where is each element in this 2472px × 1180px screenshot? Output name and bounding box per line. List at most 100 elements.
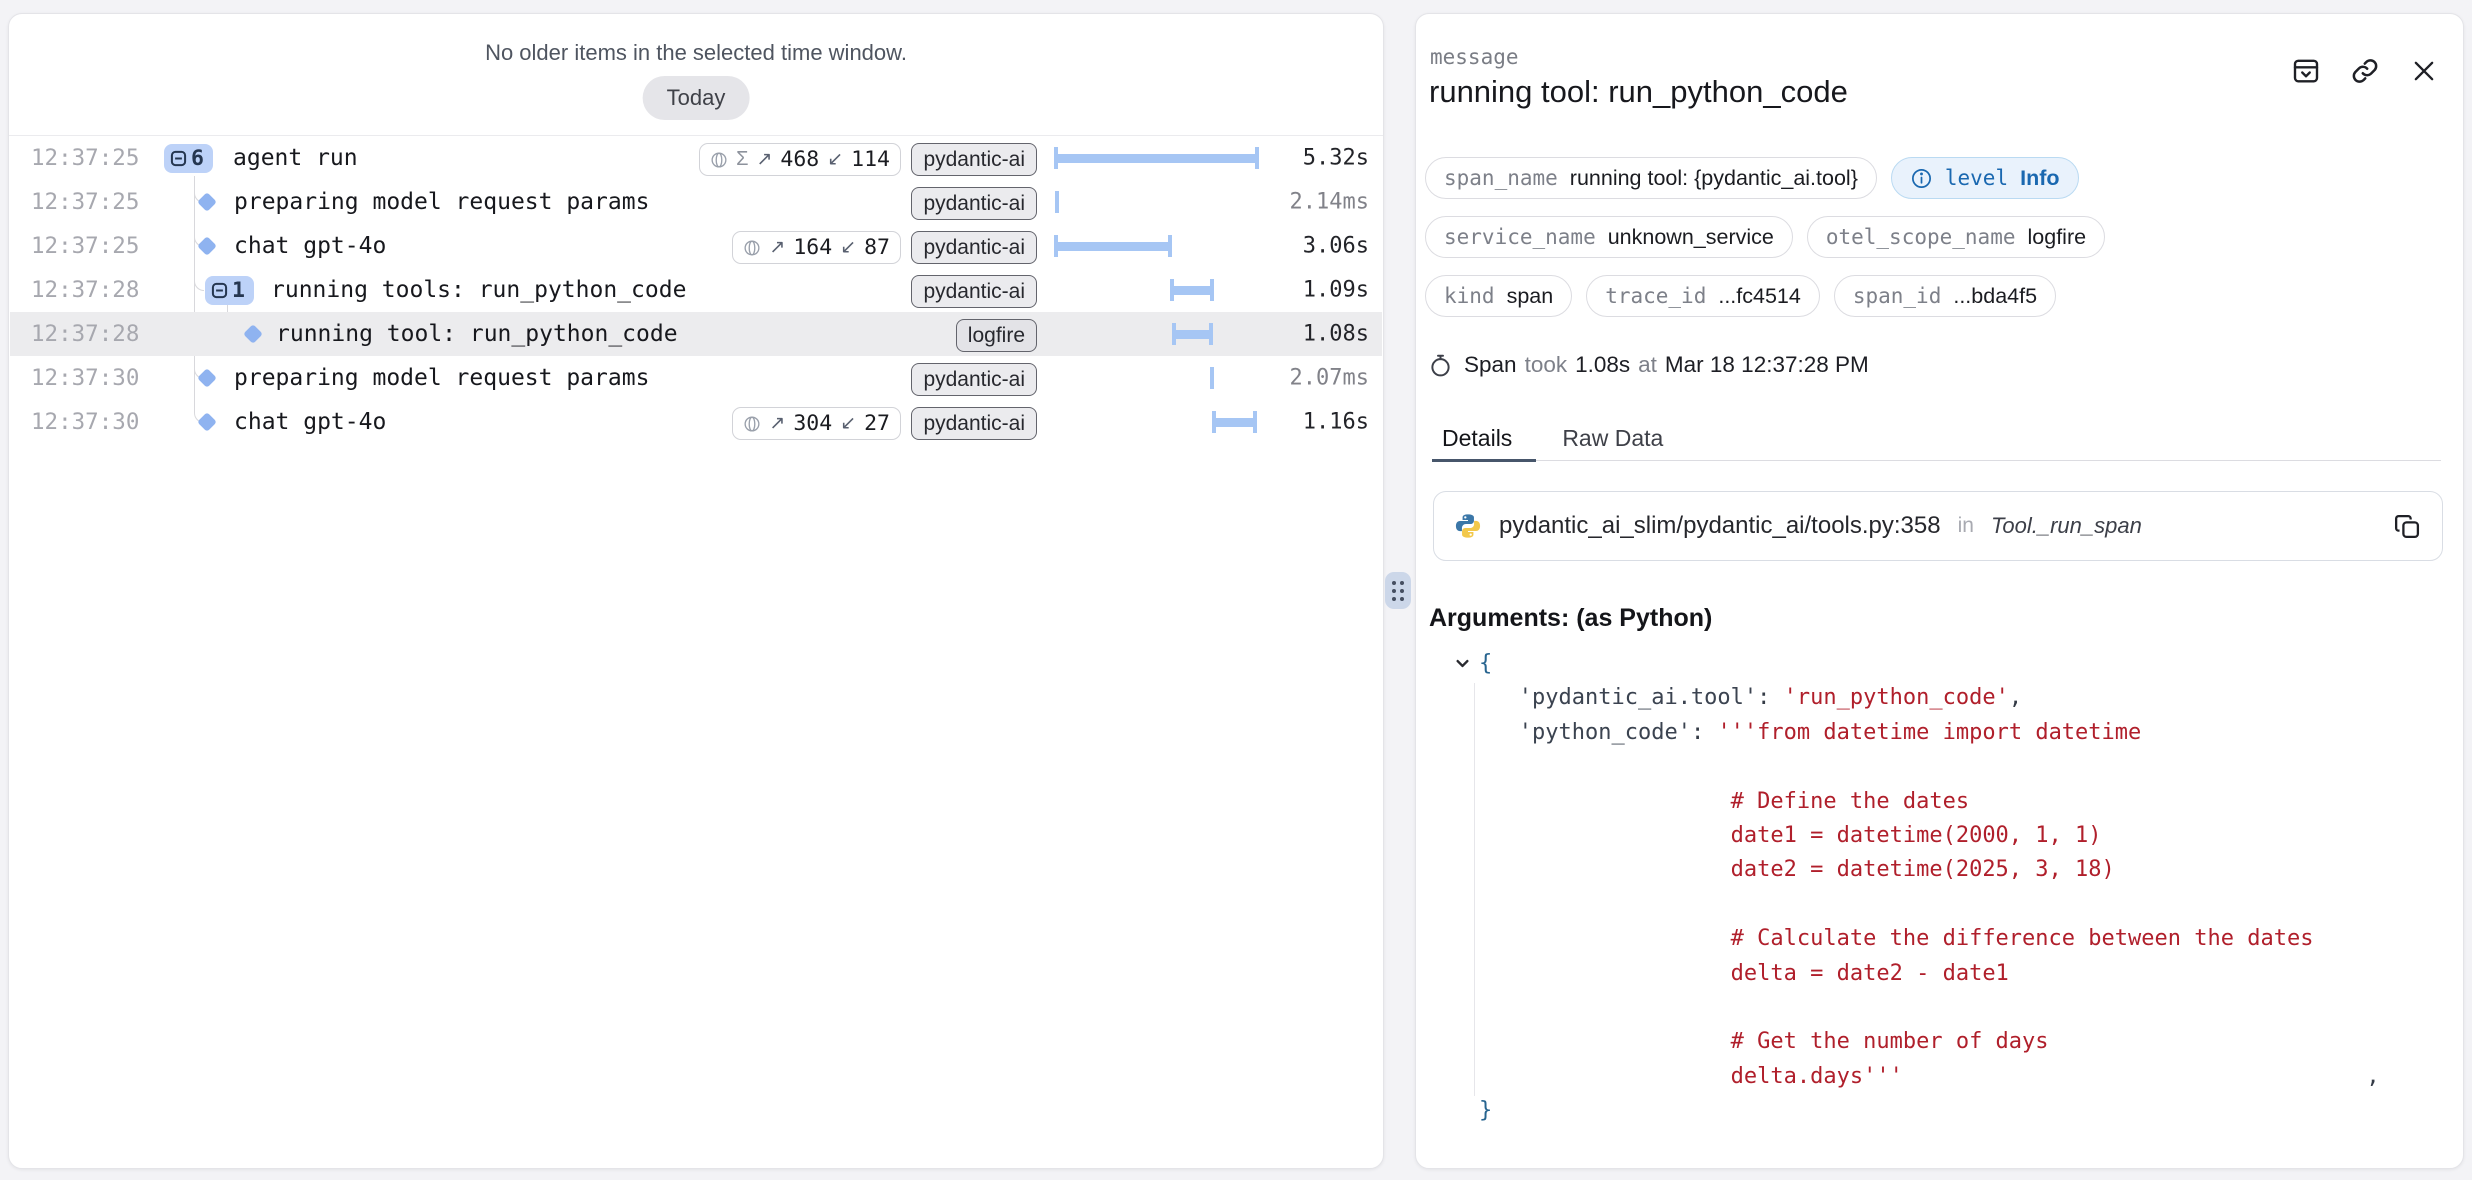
span-name-label: preparing model request params bbox=[234, 365, 649, 391]
pill-value: ...bda4f5 bbox=[1953, 284, 2037, 309]
tokens-sent-arrow-icon: ↗ bbox=[769, 236, 785, 259]
pill-value: running tool: {pydantic_ai.tool} bbox=[1570, 166, 1858, 191]
source-path: pydantic_ai_slim/pydantic_ai/tools.py:35… bbox=[1499, 512, 1941, 540]
copy-source-button[interactable] bbox=[2393, 512, 2422, 541]
scope-tag: logfire bbox=[956, 319, 1037, 352]
trace-row[interactable]: 12:37:25preparing model request paramspy… bbox=[10, 180, 1382, 224]
span-name-label: agent run bbox=[233, 145, 358, 171]
pill-label: span_id bbox=[1853, 284, 1942, 308]
collapse-count-badge[interactable]: 1 bbox=[205, 276, 254, 305]
trace-row[interactable]: 12:37:256agent runΣ↗468↙114pydantic-ai5.… bbox=[10, 136, 1382, 180]
duration-bar-end-cap bbox=[1168, 235, 1172, 257]
collapse-count-badge[interactable]: 6 bbox=[164, 144, 213, 173]
span-name-label: chat gpt-4o bbox=[234, 233, 386, 259]
scope-tag: pydantic-ai bbox=[911, 275, 1037, 308]
duration-bar-start-cap bbox=[1170, 279, 1174, 301]
pill-value: unknown_service bbox=[1608, 225, 1774, 250]
dock-panel-button[interactable] bbox=[2289, 54, 2323, 88]
attribute-pill-row: service_name unknown_service otel_scope_na… bbox=[1425, 216, 2105, 258]
info-icon bbox=[1910, 167, 1933, 190]
source-location-chip[interactable]: pydantic_ai_slim/pydantic_ai/tools.py:35… bbox=[1433, 491, 2443, 561]
pill-label: service_name bbox=[1444, 225, 1596, 249]
tab-details[interactable]: Details bbox=[1432, 416, 1536, 460]
token-usage-badge: ↗164↙87 bbox=[732, 231, 901, 264]
tokens-coin-icon bbox=[743, 239, 761, 257]
row-duration: 1.16s bbox=[1303, 410, 1369, 435]
span-diamond-icon bbox=[197, 412, 217, 432]
scope-tag: pydantic-ai bbox=[911, 143, 1037, 176]
span-timing: Span took 1.08s at Mar 18 12:37:28 PM bbox=[1428, 352, 1869, 378]
span-name-label: running tools: run_python_code bbox=[271, 277, 686, 303]
pill-label: otel_scope_name bbox=[1826, 225, 2016, 249]
link-icon bbox=[2350, 56, 2380, 86]
stopwatch-icon bbox=[1428, 353, 1453, 378]
duration-bar-end-cap bbox=[1209, 323, 1213, 345]
tokens-sent-arrow-icon: ↗ bbox=[756, 148, 772, 171]
duration-bar-start-cap bbox=[1212, 411, 1216, 433]
row-duration: 2.07ms bbox=[1290, 366, 1369, 391]
span-name-label: chat gpt-4o bbox=[234, 409, 386, 435]
span-diamond-icon bbox=[197, 368, 217, 388]
duration-bar bbox=[1171, 286, 1212, 295]
attribute-pill-trace_id: trace_id...fc4514 bbox=[1586, 275, 1820, 317]
trace-row[interactable]: 12:37:30chat gpt-4o↗304↙27pydantic-ai1.1… bbox=[10, 400, 1382, 444]
tokens-sent: 304 bbox=[793, 411, 832, 436]
duration-bar bbox=[1173, 330, 1211, 339]
scope-tag: pydantic-ai bbox=[911, 363, 1037, 396]
indent-guide-line bbox=[1474, 683, 1475, 1096]
tokens-received: 87 bbox=[864, 235, 890, 260]
trace-rows: 12:37:256agent runΣ↗468↙114pydantic-ai5.… bbox=[10, 136, 1382, 444]
duration-bar-start-cap bbox=[1054, 147, 1058, 169]
close-icon bbox=[2410, 57, 2438, 85]
tokens-received: 114 bbox=[851, 147, 890, 172]
trace-row[interactable]: 12:37:25chat gpt-4o↗164↙87pydantic-ai3.0… bbox=[10, 224, 1382, 268]
span-diamond-icon bbox=[197, 236, 217, 256]
row-timestamp: 12:37:30 bbox=[31, 365, 139, 391]
panel-resize-handle[interactable] bbox=[1385, 572, 1411, 609]
message-kicker: message bbox=[1430, 45, 1519, 69]
tokens-received-arrow-icon: ↙ bbox=[840, 412, 856, 435]
tokens-coin-icon bbox=[710, 151, 728, 169]
collapse-icon bbox=[170, 150, 187, 167]
duration-bar bbox=[1213, 418, 1255, 427]
collapse-chevron-icon[interactable] bbox=[1454, 655, 1471, 677]
no-older-items-text: No older items in the selected time wind… bbox=[9, 40, 1383, 66]
copy-link-button[interactable] bbox=[2348, 54, 2382, 88]
attribute-pill-span_id: span_id ...bda4f5 bbox=[1834, 275, 2056, 317]
row-duration: 2.14ms bbox=[1290, 190, 1369, 215]
row-duration: 1.09s bbox=[1303, 278, 1369, 303]
row-timestamp: 12:37:30 bbox=[31, 409, 139, 435]
timing-took-word: took bbox=[1525, 352, 1568, 378]
token-usage-badge: ↗304↙27 bbox=[732, 407, 901, 440]
tab-raw-data[interactable]: Raw Data bbox=[1552, 416, 1687, 460]
duration-tick bbox=[1210, 367, 1214, 389]
pill-label: kind bbox=[1444, 284, 1495, 308]
span-diamond-icon bbox=[243, 324, 263, 344]
arguments-code-block: { 'pydantic_ai.tool': 'run_python_code',… bbox=[1452, 647, 2453, 1154]
scope-tag: pydantic-ai bbox=[911, 231, 1037, 264]
duration-bar-end-cap bbox=[1255, 147, 1259, 169]
duration-bar bbox=[1055, 242, 1170, 251]
pill-value: logfire bbox=[2028, 225, 2087, 250]
arguments-code[interactable]: { 'pydantic_ai.tool': 'run_python_code',… bbox=[1479, 647, 2453, 1129]
trace-row[interactable]: 12:37:281running tools: run_python_codep… bbox=[10, 268, 1382, 312]
copy-icon bbox=[2393, 512, 2422, 541]
close-button[interactable] bbox=[2407, 54, 2441, 88]
trace-row[interactable]: 12:37:28running tool: run_python_codelog… bbox=[10, 312, 1382, 356]
tokens-sent: 468 bbox=[780, 147, 819, 172]
sum-sigma: Σ bbox=[736, 148, 748, 171]
today-button[interactable]: Today bbox=[643, 76, 750, 120]
span-name-label: preparing model request params bbox=[234, 189, 649, 215]
arguments-heading: Arguments: (as Python) bbox=[1429, 604, 1712, 633]
row-duration: 3.06s bbox=[1303, 234, 1369, 259]
logfire-live-view: No older items in the selected time wind… bbox=[0, 0, 2472, 1180]
tokens-sent-arrow-icon: ↗ bbox=[769, 412, 785, 435]
tokens-received-arrow-icon: ↙ bbox=[840, 236, 856, 259]
trace-row[interactable]: 12:37:30 preparing model request params py… bbox=[10, 356, 1382, 400]
pill-value: Info bbox=[2020, 166, 2059, 191]
row-timestamp: 12:37:25 bbox=[31, 189, 139, 215]
source-function: Tool._run_span bbox=[1991, 513, 2142, 539]
timing-timestamp: Mar 18 12:37:28 PM bbox=[1665, 352, 1869, 378]
trace-list-panel: No older items in the selected time wind… bbox=[8, 13, 1384, 1169]
duration-bar-start-cap bbox=[1172, 323, 1176, 345]
